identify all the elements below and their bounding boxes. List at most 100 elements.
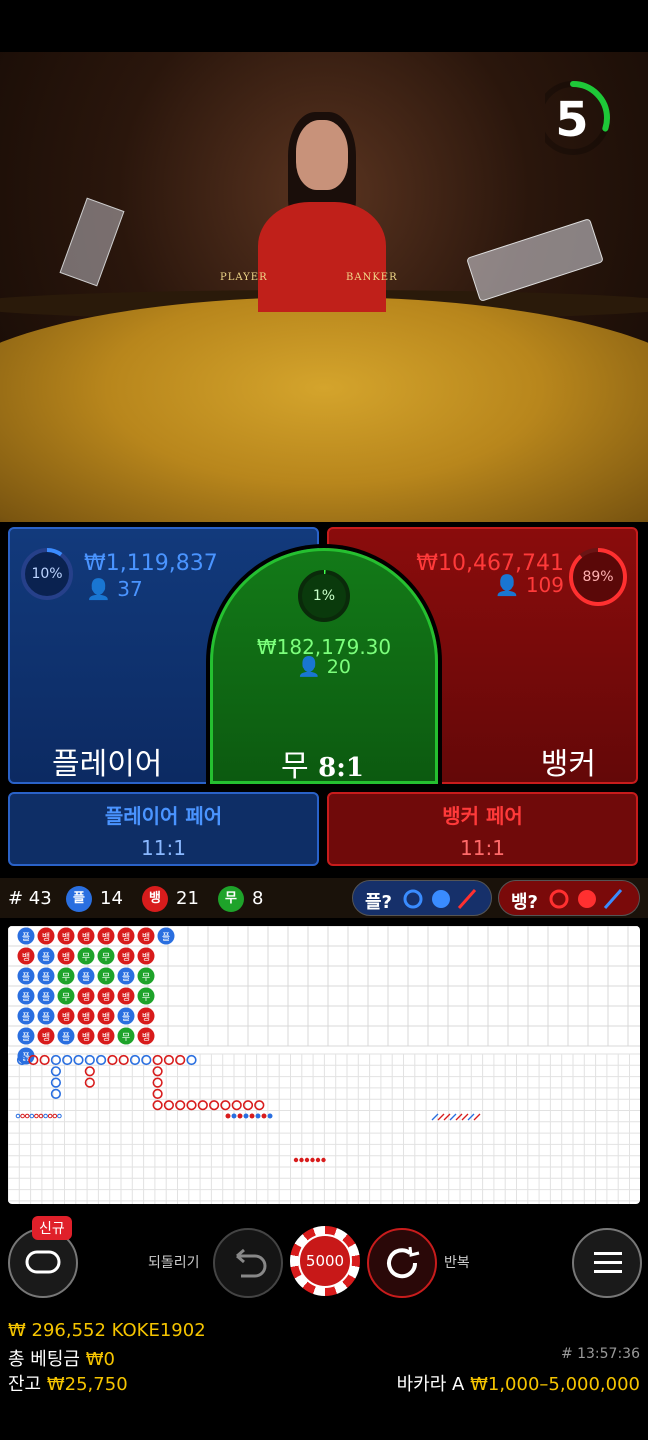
user-icon: 👤	[297, 656, 321, 678]
player-amount: ₩1,119,837	[84, 551, 218, 576]
bead-label: 뱅	[62, 932, 70, 943]
menu-button[interactable]	[572, 1228, 642, 1298]
undo-label: 되돌리기	[148, 1255, 200, 1271]
derived-road-dot	[310, 1157, 315, 1163]
player-percent-ring: 10%	[20, 547, 74, 601]
table-label-player: PLAYER	[220, 272, 268, 283]
derived-road-dot	[43, 1113, 48, 1119]
card-shoe	[466, 218, 604, 302]
bead-label: 뱅	[82, 1032, 90, 1043]
player-ask-button[interactable]: 플?	[352, 880, 492, 916]
banker-percent: 89%	[582, 569, 614, 585]
bead-label: 뱅	[102, 992, 110, 1003]
round-number: # 43	[8, 888, 52, 909]
bead-label: 무	[102, 952, 110, 963]
bead-label: 뱅	[122, 992, 130, 1003]
bead-label: 뱅	[82, 932, 90, 943]
derived-road-dot	[20, 1113, 25, 1119]
tie-bet-area[interactable]: 1% ₩182,179.30 👤 20 무 8:1	[210, 548, 438, 784]
bead-label: 뱅	[142, 1032, 150, 1043]
cockroach-road-line	[461, 1113, 469, 1121]
derived-road-dot	[225, 1113, 231, 1119]
derived-road-dot	[231, 1113, 237, 1119]
banker-pair-label: 뱅커 페어	[442, 804, 523, 828]
bead-label: 플	[162, 932, 170, 943]
bead-label: 플	[22, 1032, 30, 1043]
cockroach-road-line	[455, 1113, 463, 1121]
chip-selector[interactable]: 5000	[290, 1226, 360, 1296]
bead-label: 플	[42, 1012, 50, 1023]
banker-pair-odds: 11:1	[460, 836, 505, 860]
bead-label: 플	[42, 992, 50, 1003]
menu-icon	[594, 1252, 622, 1273]
cockroach-road-line	[473, 1113, 481, 1121]
tie-percent-ring: 1%	[297, 569, 351, 623]
tie-users: 👤 20	[297, 656, 351, 678]
cockroach-road-line	[449, 1113, 457, 1121]
bead-label: 무	[62, 992, 70, 1003]
derived-road-dot	[315, 1157, 321, 1163]
player-pair-bet[interactable]: 플레이어 페어 11:1	[8, 792, 319, 866]
undo-button[interactable]	[213, 1228, 283, 1298]
bead-label: 무	[102, 972, 110, 983]
controls-bar: 신규 되돌리기 5000 반복	[0, 1212, 648, 1316]
derived-road-dot	[304, 1157, 310, 1163]
total-bet: 총 베팅금 ₩0	[8, 1349, 115, 1370]
bead-label: 무	[82, 952, 90, 963]
bead-label: 플	[42, 952, 50, 963]
user-icon: 👤	[494, 573, 520, 597]
banker-pair-bet[interactable]: 뱅커 페어 11:1	[327, 792, 638, 866]
tie-label: 무 8:1	[281, 749, 364, 784]
derived-road-dot	[57, 1113, 62, 1119]
new-badge: 신규	[32, 1216, 72, 1240]
tie-odds: 8:1	[318, 753, 364, 783]
account-balance-line: ₩ 296,552 KOKE1902	[8, 1320, 206, 1341]
player-count-badge: 플	[66, 886, 92, 912]
derived-road-dot	[255, 1113, 261, 1119]
derived-road-dot	[47, 1113, 53, 1119]
player-percent: 10%	[31, 566, 63, 582]
bead-label: 뱅	[82, 992, 90, 1003]
dealer-body	[258, 202, 386, 312]
bead-label: 뱅	[62, 952, 70, 963]
repeat-label: 반복	[444, 1255, 470, 1271]
chip-value: 5000	[298, 1234, 352, 1288]
bead-label: 플	[22, 932, 30, 943]
table-limits[interactable]: 바카라 A ₩1,000–5,000,000	[397, 1370, 640, 1396]
bead-label: 뱅	[42, 932, 50, 943]
bead-label: 플	[82, 972, 90, 983]
user-icon: 👤	[86, 577, 111, 601]
table-label-banker: BANKER	[346, 272, 398, 283]
banker-label: 뱅커	[540, 747, 596, 782]
banker-count: 21	[176, 888, 199, 909]
player-users: 👤 37	[86, 577, 143, 601]
derived-road-dot	[267, 1113, 273, 1119]
bead-label: 뱅	[142, 1012, 150, 1023]
derived-road-dot	[249, 1113, 255, 1119]
undo-icon	[236, 1248, 267, 1278]
derived-road-dot	[237, 1113, 243, 1119]
repeat-button[interactable]	[367, 1228, 437, 1298]
bead-label: 플	[22, 1012, 30, 1023]
banker-percent-ring: 89%	[568, 547, 628, 607]
discard-tray	[59, 197, 125, 287]
banker-count-badge: 뱅	[142, 886, 168, 912]
bead-label: 뱅	[122, 932, 130, 943]
derived-road-dot	[24, 1113, 30, 1119]
player-ask-icons	[403, 889, 477, 909]
banker-ask-button[interactable]: 뱅?	[498, 880, 640, 916]
bead-label: 무	[142, 992, 150, 1003]
balance: 잔고 ₩25,750	[8, 1374, 128, 1395]
player-label: 플레이어	[52, 747, 163, 782]
bead-label: 뱅	[62, 1012, 70, 1023]
stats-bar: # 43 플 14 뱅 21 무 8 플? 뱅?	[0, 878, 648, 918]
banker-ask-icons	[549, 889, 623, 909]
round-time: # 13:57:36	[560, 1346, 640, 1362]
bead-label: 뱅	[82, 1012, 90, 1023]
tie-percent: 1%	[312, 588, 336, 604]
bead-label: 무	[142, 972, 150, 983]
footer: ₩ 296,552 KOKE1902 총 베팅금 ₩0 잔고 ₩25,750 #…	[0, 1316, 648, 1440]
bead-label: 플	[42, 972, 50, 983]
derived-road-dot	[321, 1157, 326, 1163]
countdown-timer: 5	[545, 80, 625, 160]
